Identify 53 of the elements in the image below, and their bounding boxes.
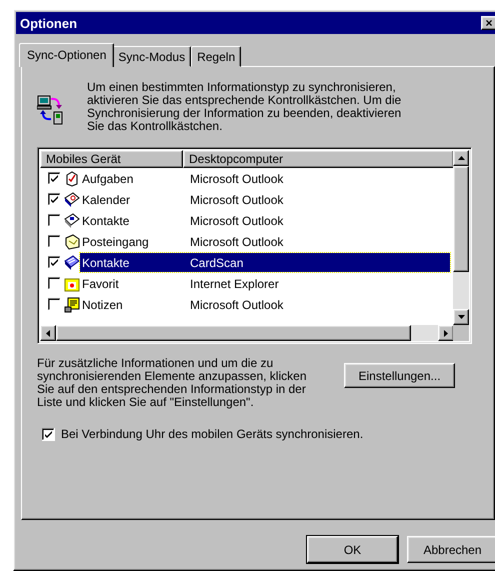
tab[interactable]: Sync-Modus xyxy=(112,46,192,67)
column-header[interactable]: Mobiles Gerät xyxy=(40,150,183,168)
checkbox[interactable] xyxy=(48,298,61,311)
checkbox-label[interactable]: Bei Verbindung Uhr des mobilen Geräts synchronisieren. xyxy=(61,427,364,441)
column-header[interactable]: Desktopcomputer xyxy=(183,150,454,168)
arrow-right-icon xyxy=(444,330,448,336)
checkbox[interactable] xyxy=(48,214,61,227)
list-item[interactable]: Favorit xyxy=(80,276,188,292)
list-item[interactable]: Kalender xyxy=(80,192,188,208)
list-item[interactable]: Microsoft Outlook xyxy=(188,296,286,312)
vertical-scrollbar[interactable] xyxy=(453,150,469,325)
scroll-right-button[interactable] xyxy=(438,325,454,341)
list-item[interactable]: Notizen xyxy=(80,296,188,312)
scroll-thumb[interactable] xyxy=(453,166,469,272)
item-icon xyxy=(64,212,80,228)
checkbox[interactable] xyxy=(48,193,61,206)
sync-icon xyxy=(37,95,65,125)
list-item[interactable]: Microsoft Outlook xyxy=(188,170,286,186)
list-item[interactable]: Internet Explorer xyxy=(188,276,281,292)
checkbox[interactable] xyxy=(48,277,61,290)
item-icon xyxy=(64,192,80,208)
arrow-left-icon xyxy=(46,330,50,336)
checkbox[interactable] xyxy=(42,428,55,440)
checkbox[interactable] xyxy=(48,172,61,185)
checkbox[interactable] xyxy=(48,256,61,269)
list-item[interactable]: Kontakte xyxy=(80,212,188,228)
window-title: Optionen xyxy=(20,16,78,30)
selected-row[interactable]: Kontakte CardScan xyxy=(80,253,450,272)
scroll-down-button[interactable] xyxy=(453,309,469,325)
list-item[interactable]: Microsoft Outlook xyxy=(188,192,286,208)
list-item[interactable]: Aufgaben xyxy=(80,170,188,186)
tab[interactable]: Sync-Optionen xyxy=(19,43,114,67)
item-icon xyxy=(64,170,80,186)
item-icon xyxy=(64,296,80,312)
hint-text: Für zusätzliche Informationen und um die zu synchronisierenden Elemente anzupassen, klicken Sie auf den entsprechenden Informationstyp in der Liste und klicken Sie auf "Einstellungen". xyxy=(37,357,308,409)
item-icon xyxy=(64,276,80,292)
list-item[interactable]: Posteingang xyxy=(80,234,188,250)
list-item[interactable]: Microsoft Outlook xyxy=(188,212,286,228)
arrow-up-icon xyxy=(458,156,464,160)
ok-button[interactable]: OK xyxy=(307,536,398,563)
list-item[interactable]: Microsoft Outlook xyxy=(188,234,286,250)
checkbox[interactable] xyxy=(48,235,61,248)
intro-text: Um einen bestimmten Informationstyp zu synchronisieren, aktivieren Sie das entsprechende Kontrollkästchen. Um die Synchronisierung der Information zu beenden, deaktivieren Sie das Kontrollkästchen. xyxy=(87,81,402,133)
item-icon xyxy=(64,234,80,250)
scroll-up-button[interactable] xyxy=(453,150,469,166)
close-button[interactable]: × xyxy=(481,16,495,30)
scrollbar-corner xyxy=(453,325,469,341)
scroll-left-button[interactable] xyxy=(40,325,56,341)
item-icon xyxy=(64,254,80,270)
tab[interactable]: Regeln xyxy=(191,46,242,67)
arrow-down-icon xyxy=(458,315,464,319)
settings-button[interactable]: Einstellungen... xyxy=(344,363,455,388)
cancel-button[interactable]: Abbrechen xyxy=(407,536,495,563)
